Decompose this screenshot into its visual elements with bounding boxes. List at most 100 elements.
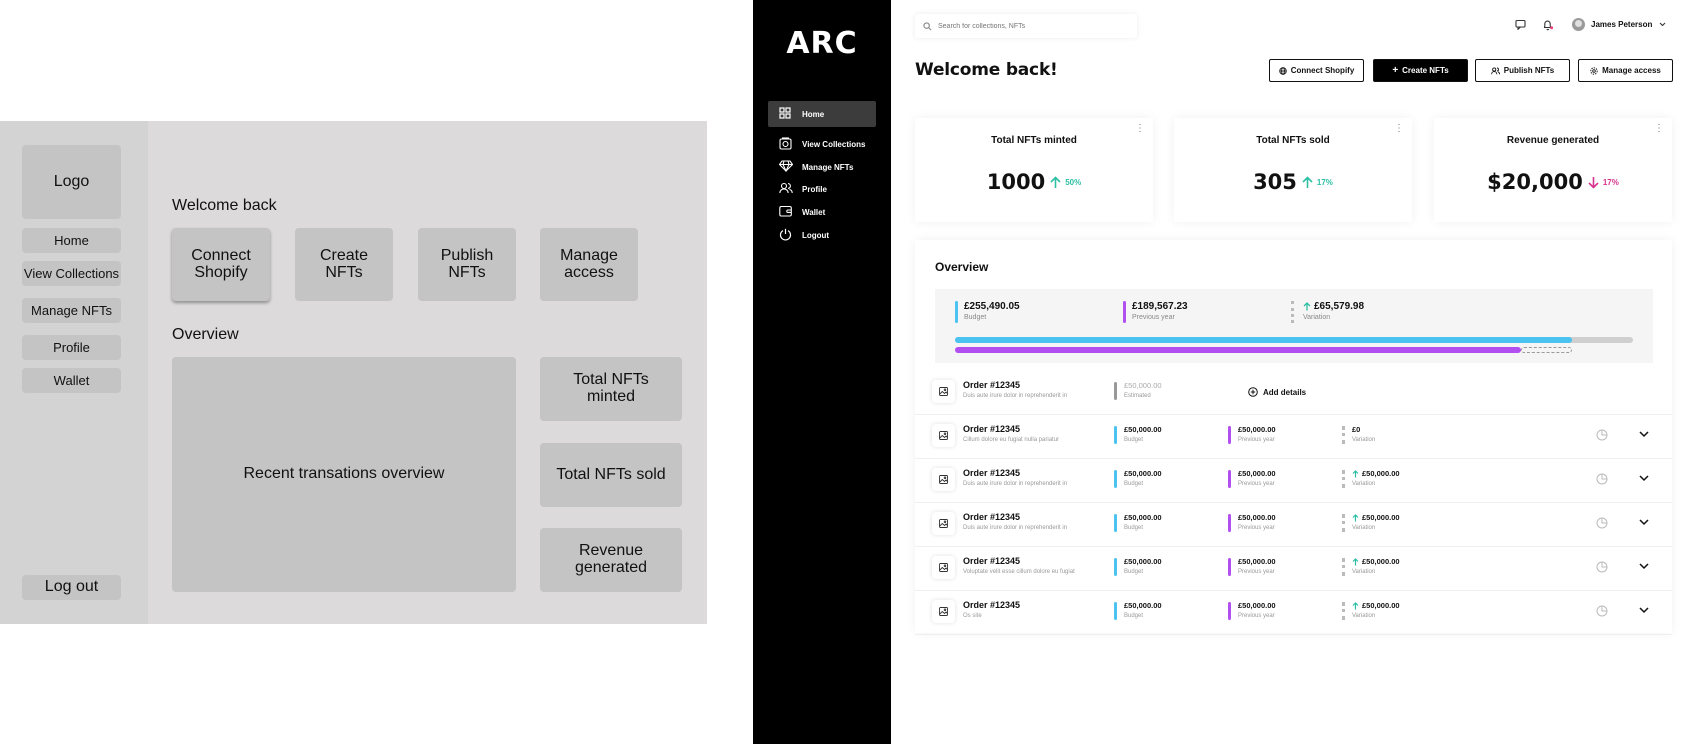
message-icon[interactable]	[1515, 19, 1526, 30]
previous-year-label: Previous year	[1132, 314, 1175, 321]
order-row[interactable]: Order #12345 Duis aute irure dolor in re…	[915, 371, 1672, 415]
plus-icon: +	[1392, 64, 1399, 76]
wireframe-create-nfts-button[interactable]: Create NFTs	[295, 228, 393, 301]
budget-label: Budget	[964, 314, 987, 321]
budget-label: Budget	[1124, 613, 1144, 619]
budget-cell: £50,000.00 Budget	[1114, 469, 1162, 489]
plus-circle-icon	[1248, 387, 1258, 397]
variation-progress	[1521, 347, 1572, 353]
order-row[interactable]: Order #12345 Duis aute irure dolor in rep…	[915, 459, 1672, 503]
previous-year-value: £50,000.00	[1238, 469, 1276, 478]
previous-year-metric: £189,567.23 Previous year	[1123, 301, 1188, 323]
search-bar[interactable]	[915, 14, 1137, 38]
image-icon	[932, 556, 955, 579]
pie-chart-icon[interactable]	[1596, 517, 1608, 529]
sidebar-item-logout[interactable]: Logout	[768, 222, 876, 248]
pie-chart-icon[interactable]	[1596, 473, 1608, 485]
previous-year-cell: £50,000.00 Previous year	[1228, 425, 1276, 445]
variation-cell: £50,000.00 Variation	[1342, 513, 1400, 533]
publish-nfts-label: Publish NFTs	[1503, 66, 1555, 75]
previous-year-label: Previous year	[1238, 437, 1275, 443]
variation-label: Variation	[1352, 613, 1376, 619]
order-row[interactable]: Order #12345 Voluptate velit esse cillum …	[915, 547, 1672, 591]
variation-value: £65,579.98	[1314, 301, 1365, 312]
order-title: Order #12345	[963, 380, 1021, 390]
order-title: Order #12345	[963, 512, 1021, 522]
wireframe-logout[interactable]: Log out	[22, 575, 121, 600]
variation-value: £50,000.00	[1362, 601, 1400, 610]
previous-year-value: £50,000.00	[1238, 557, 1276, 566]
wireframe-nav-manage-nfts[interactable]: Manage NFTs	[22, 298, 121, 323]
sidebar-item-label: Logout	[802, 230, 830, 240]
wireframe-nav-profile[interactable]: Profile	[22, 335, 121, 360]
chevron-down-icon[interactable]	[1639, 431, 1649, 438]
arrow-up-icon	[1352, 513, 1359, 521]
sidebar-item-label: Profile	[802, 184, 827, 194]
previous-year-value: £50,000.00	[1238, 425, 1276, 434]
previous-year-value: £50,000.00	[1238, 513, 1276, 522]
image-icon	[932, 600, 955, 623]
pie-chart-icon[interactable]	[1596, 429, 1608, 441]
wireframe-overview-title: Overview	[172, 326, 239, 343]
arrow-up-icon	[1302, 175, 1313, 188]
pie-chart-icon[interactable]	[1596, 605, 1608, 617]
add-details-button[interactable]: Add details	[1248, 387, 1306, 397]
more-icon[interactable]: ⋮	[1394, 124, 1404, 134]
arrow-up-icon	[1050, 175, 1061, 188]
chevron-down-icon[interactable]	[1639, 475, 1649, 482]
previous-year-cell: £50,000.00 Previous year	[1228, 557, 1276, 577]
create-nfts-button[interactable]: + Create NFTs	[1373, 59, 1468, 82]
previous-year-cell: £50,000.00 Previous year	[1228, 513, 1276, 533]
order-row[interactable]: Order #12345 Os site £50,000.00 Budget £50,0…	[915, 591, 1672, 635]
more-icon[interactable]: ⋮	[1654, 124, 1664, 134]
image-icon	[932, 380, 955, 403]
chevron-down-icon[interactable]	[1639, 563, 1649, 570]
stat-value: $20,000	[1487, 170, 1583, 194]
wireframe-nav-view-collections[interactable]: View Collections	[22, 261, 121, 286]
variation-cell: £50,000.00 Variation	[1342, 601, 1400, 621]
budget-value: £50,000.00	[1124, 425, 1162, 434]
user-menu[interactable]: James Peterson	[1572, 18, 1666, 31]
overview-summary: £255,490.05 Budget £189,567.23 Previous …	[935, 289, 1653, 363]
image-icon	[932, 512, 955, 535]
budget-value: £50,000.00	[1124, 469, 1162, 478]
order-subtitle: Duis aute irure dolor in reprehenderit i…	[963, 393, 1068, 399]
chevron-down-icon[interactable]	[1639, 607, 1649, 614]
previous-year-label: Previous year	[1238, 569, 1275, 575]
connect-shopify-button[interactable]: Connect Shopify	[1269, 59, 1364, 82]
pie-chart-icon[interactable]	[1596, 561, 1608, 573]
bell-icon[interactable]	[1542, 19, 1554, 31]
diamond-icon	[779, 160, 793, 172]
budget-metric: £255,490.05 Budget	[955, 301, 1020, 323]
wireframe-publish-nfts-button[interactable]: Publish NFTs	[418, 228, 516, 301]
wireframe-manage-access-button[interactable]: Manage access	[540, 228, 638, 301]
stat-card-sold: ⋮ Total NFTs sold 305 17%	[1174, 118, 1412, 222]
stat-change: 50%	[1065, 177, 1082, 187]
arrow-down-icon	[1588, 176, 1599, 189]
variation-value: £50,000.00	[1362, 469, 1400, 478]
order-row[interactable]: Order #12345 Cillum dolore eu fugiat null…	[915, 415, 1672, 459]
order-subtitle: Voluptate velit esse cillum dolore eu fu…	[963, 569, 1075, 575]
budget-label: Budget	[1124, 481, 1144, 487]
image-icon	[932, 468, 955, 491]
manage-access-button[interactable]: Manage access	[1578, 59, 1673, 82]
user-name: James Peterson	[1591, 20, 1653, 29]
order-row[interactable]: Order #12345 Duis aute irure dolor in rep…	[915, 503, 1672, 547]
sidebar-item-label: Home	[802, 109, 825, 119]
order-title: Order #12345	[963, 556, 1021, 566]
chevron-down-icon[interactable]	[1639, 519, 1649, 526]
wireframe-recent-transactions: Recent transations overview	[172, 357, 516, 592]
publish-nfts-button[interactable]: Publish NFTs	[1475, 59, 1570, 82]
grid-icon	[779, 107, 791, 119]
wireframe-connect-shopify-button[interactable]: Connect Shopify	[172, 228, 270, 301]
wireframe-nav-wallet[interactable]: Wallet	[22, 368, 121, 393]
previous-year-cell: £50,000.00 Previous year	[1228, 469, 1276, 489]
variation-label: Variation	[1303, 314, 1331, 321]
wireframe-nav-home[interactable]: Home	[22, 228, 121, 253]
previous-year-label: Previous year	[1238, 481, 1275, 487]
search-input[interactable]	[938, 22, 1118, 30]
more-icon[interactable]: ⋮	[1135, 124, 1145, 134]
wireframe-welcome: Welcome back	[172, 197, 277, 214]
sidebar-item-home[interactable]: Home	[768, 101, 876, 127]
arrow-up-icon	[1303, 302, 1311, 311]
